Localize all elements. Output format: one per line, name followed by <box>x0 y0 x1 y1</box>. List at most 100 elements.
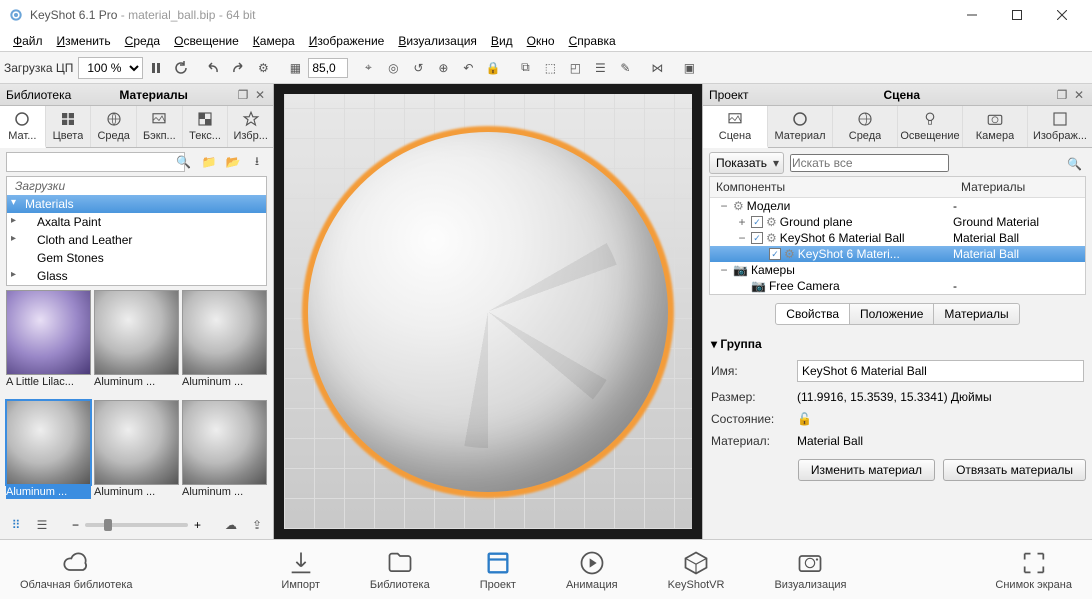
settings-icon[interactable]: ⚙ <box>251 56 275 80</box>
thumb-3[interactable]: Aluminum ... <box>6 400 91 507</box>
tab-favorites[interactable]: Избр... <box>228 106 273 147</box>
subtab-position[interactable]: Положение <box>849 303 934 325</box>
maximize-button[interactable] <box>994 1 1039 29</box>
tab-camera-proj[interactable]: Камера <box>963 106 1028 147</box>
material-ball[interactable] <box>308 132 668 492</box>
camera-lock-icon[interactable]: 🔒 <box>481 56 505 80</box>
library-search-input[interactable] <box>6 152 185 172</box>
tab-environments[interactable]: Среда <box>91 106 137 147</box>
folder1-icon[interactable]: 📁 <box>199 152 219 172</box>
name-input[interactable] <box>797 360 1084 382</box>
add-icon[interactable]: ⧉ <box>513 56 537 80</box>
grid-icon[interactable]: ▦ <box>283 56 307 80</box>
bottom-screenshot[interactable]: Снимок экрана <box>995 549 1072 591</box>
cube-icon[interactable]: ◰ <box>563 56 587 80</box>
scene-row[interactable]: −📷 Камеры <box>710 262 1085 278</box>
menu-edit[interactable]: Изменить <box>50 32 118 50</box>
project-tabs: Сцена Материал Среда Освещение Камера Из… <box>703 106 1092 148</box>
undock-icon[interactable]: ❐ <box>236 88 250 102</box>
bottom-import[interactable]: Импорт <box>281 549 319 591</box>
thumb-size-slider[interactable] <box>85 523 188 527</box>
connect-icon[interactable]: ⋈ <box>645 56 669 80</box>
folder2-icon[interactable]: 📂 <box>223 152 243 172</box>
frame-input[interactable] <box>308 58 348 78</box>
scene-row[interactable]: +✓⚙ Ground planeGround Material <box>710 214 1085 230</box>
edit-icon[interactable]: ✎ <box>613 56 637 80</box>
cloud-icon[interactable]: ☁ <box>221 515 241 535</box>
tree-row-materials[interactable]: ▾Materials <box>7 195 266 213</box>
tab-material[interactable]: Материал <box>768 106 833 147</box>
menu-camera[interactable]: Камера <box>246 32 302 50</box>
show-dropdown[interactable]: Показать <box>709 152 784 174</box>
zoom-in-icon[interactable]: + <box>194 518 201 532</box>
thumb-4[interactable]: Aluminum ... <box>94 400 179 507</box>
upload-icon[interactable]: ⇪ <box>247 515 267 535</box>
undo-button[interactable] <box>201 56 225 80</box>
viewport[interactable] <box>274 84 702 539</box>
minimize-button[interactable] <box>949 1 994 29</box>
close-proj-icon[interactable]: ✕ <box>1072 88 1086 102</box>
tab-env[interactable]: Среда <box>833 106 898 147</box>
project-search-input[interactable] <box>790 154 949 172</box>
scene-row[interactable]: ✓⚙ KeyShot 6 Materi...Material Ball <box>710 246 1085 262</box>
bottom-vr[interactable]: KeyShotVR <box>668 549 725 591</box>
camera-back-icon[interactable]: ↶ <box>456 56 480 80</box>
cylinder-icon[interactable]: ⬚ <box>538 56 562 80</box>
menu-help[interactable]: Справка <box>562 32 623 50</box>
bottom-cloud[interactable]: Облачная библиотека <box>20 549 133 591</box>
menu-image[interactable]: Изображение <box>302 32 392 50</box>
scene-row[interactable]: 📷 Free Camera- <box>710 278 1085 294</box>
unlink-materials-button[interactable]: Отвязать материалы <box>943 459 1086 481</box>
tree-row-cloth[interactable]: ▸Cloth and Leather <box>7 231 266 249</box>
pause-button[interactable] <box>144 56 168 80</box>
layers-icon[interactable]: ☰ <box>588 56 612 80</box>
camera1-icon[interactable]: ⌖ <box>356 56 380 80</box>
menu-view[interactable]: Вид <box>484 32 520 50</box>
tab-image-proj[interactable]: Изображ... <box>1028 106 1092 147</box>
menu-window[interactable]: Окно <box>520 32 562 50</box>
tab-materials[interactable]: Мат... <box>0 106 46 148</box>
cpu-select[interactable]: 100 % <box>78 57 143 79</box>
menu-file[interactable]: Файл <box>6 32 50 50</box>
thumb-1[interactable]: Aluminum ... <box>94 290 179 397</box>
zoom-out-icon[interactable]: − <box>72 518 79 532</box>
library-tree[interactable]: Загрузки ▾Materials ▸Axalta Paint ▸Cloth… <box>6 176 267 286</box>
tab-backplates[interactable]: Бэкп... <box>137 106 183 147</box>
tab-scene[interactable]: Сцена <box>703 106 768 148</box>
bottom-library[interactable]: Библиотека <box>370 549 430 591</box>
tab-textures[interactable]: Текс... <box>183 106 229 147</box>
import-icon[interactable]: ⭳ <box>247 152 267 172</box>
subtab-properties[interactable]: Свойства <box>775 303 850 325</box>
scene-row[interactable]: −✓⚙ KeyShot 6 Material BallMaterial Ball <box>710 230 1085 246</box>
tab-lighting[interactable]: Освещение <box>898 106 963 147</box>
bottom-render[interactable]: Визуализация <box>774 549 846 591</box>
camera-add-icon[interactable]: ⊕ <box>431 56 455 80</box>
tree-row-axalta[interactable]: ▸Axalta Paint <box>7 213 266 231</box>
undock-proj-icon[interactable]: ❐ <box>1055 88 1069 102</box>
tab-colors[interactable]: Цвета <box>46 106 92 147</box>
bottom-project[interactable]: Проект <box>480 549 516 591</box>
menu-render[interactable]: Визуализация <box>391 32 484 50</box>
menu-environment[interactable]: Среда <box>118 32 167 50</box>
camera2-icon[interactable]: ◎ <box>381 56 405 80</box>
scene-tree[interactable]: Компоненты Материалы −⚙ Модели-+✓⚙ Groun… <box>709 176 1086 295</box>
thumb-5[interactable]: Aluminum ... <box>182 400 267 507</box>
view-grid-icon[interactable]: ⠿ <box>6 515 26 535</box>
tree-row-glass[interactable]: ▸Glass <box>7 267 266 285</box>
thumb-2[interactable]: Aluminum ... <box>182 290 267 397</box>
redo-button[interactable] <box>226 56 250 80</box>
bottom-animation[interactable]: Анимация <box>566 549 618 591</box>
change-material-button[interactable]: Изменить материал <box>798 459 935 481</box>
camera-reset-icon[interactable]: ↺ <box>406 56 430 80</box>
thumb-0[interactable]: A Little Lilac... <box>6 290 91 397</box>
view-list-icon[interactable]: ☰ <box>32 515 52 535</box>
subtab-materials[interactable]: Материалы <box>933 303 1019 325</box>
close-button[interactable] <box>1039 1 1084 29</box>
tree-row-gemstones[interactable]: Gem Stones <box>7 249 266 267</box>
refresh-icon[interactable] <box>169 56 193 80</box>
close-panel-icon[interactable]: ✕ <box>253 88 267 102</box>
project-subtitle: Сцена <box>749 88 1055 102</box>
terminal-icon[interactable]: ▣ <box>677 56 701 80</box>
menu-lighting[interactable]: Освещение <box>167 32 246 50</box>
scene-row[interactable]: −⚙ Модели- <box>710 198 1085 214</box>
